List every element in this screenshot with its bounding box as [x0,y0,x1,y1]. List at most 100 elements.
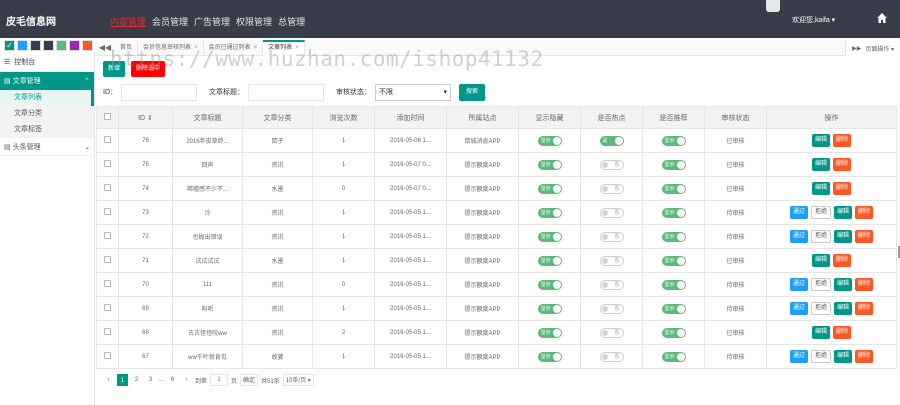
theme-swatch[interactable] [17,40,28,51]
close-icon[interactable]: × [254,45,258,51]
show-switch[interactable]: 显示 [537,351,562,362]
goto-page-input[interactable]: 1 [210,374,229,386]
recommend-switch[interactable]: 显示 [661,351,686,362]
row-select-cell[interactable] [96,152,119,177]
row-select-cell[interactable] [96,200,119,225]
checkbox[interactable] [104,352,111,359]
nav-content[interactable]: 内容管理 [110,15,146,28]
reject-button[interactable]: 拒绝 [810,302,831,315]
recommend-switch[interactable]: 显示 [661,303,686,314]
edit-button[interactable]: 编辑 [834,206,853,219]
show-switch[interactable]: 显示 [537,255,562,266]
hot-switch[interactable]: 是 [599,135,624,146]
approve-button[interactable]: 通过 [789,278,808,291]
show-switch[interactable]: 显示 [537,183,562,194]
sidebar-item-article-list[interactable]: 文章列表 [0,90,94,106]
row-select-cell[interactable] [96,344,119,369]
tab-member-approved[interactable]: 会员已通过列表 × [204,39,264,56]
show-switch[interactable]: 显示 [537,327,562,338]
recommend-switch[interactable]: 显示 [661,183,686,194]
page-button[interactable]: 3 [145,374,156,386]
recommend-switch[interactable]: 显示 [661,231,686,242]
checkbox[interactable] [104,232,111,239]
recommend-switch[interactable]: 显示 [661,279,686,290]
nav-permissions[interactable]: 权限管理 [236,15,272,28]
theme-swatch-selected[interactable]: ✓ [4,40,15,51]
edit-button[interactable]: 编辑 [834,302,853,315]
user-menu[interactable]: 欢迎您,kaifa ▾ [792,15,835,25]
theme-swatch[interactable] [30,40,41,51]
tabs-scroll-left-icon[interactable]: ◀◀ [95,43,115,52]
title-input[interactable] [248,83,324,101]
tab-article-list[interactable]: 文章列表 × [263,39,305,56]
batch-delete-button[interactable]: 删除选中 [131,61,166,77]
row-select-cell[interactable] [96,320,119,345]
checkbox[interactable] [104,256,111,263]
delete-button[interactable]: 删除 [855,206,874,219]
select-all-header[interactable] [96,106,119,129]
theme-swatch[interactable] [82,40,93,51]
recommend-switch[interactable]: 显示 [661,159,686,170]
hot-switch[interactable]: 否 [599,279,624,290]
sidebar-group-headlines[interactable]: ▤ 头条管理 ⌄ [0,138,94,156]
search-button[interactable]: 搜索 [459,83,486,101]
edit-button[interactable]: 编辑 [834,350,853,363]
show-switch[interactable]: 显示 [537,159,562,170]
delete-button[interactable]: 删除 [833,158,852,171]
approve-button[interactable]: 通过 [789,206,808,219]
hot-switch[interactable]: 否 [599,183,624,194]
row-select-cell[interactable] [96,272,119,297]
show-switch[interactable]: 显示 [537,231,562,242]
status-select[interactable]: 不限 ▾ [375,83,451,101]
hot-switch[interactable]: 否 [599,303,624,314]
approve-button[interactable]: 通过 [789,230,808,243]
close-icon[interactable]: × [295,45,299,51]
tabs-scroll-right-icon[interactable]: ▶▶ [852,45,861,52]
reject-button[interactable]: 拒绝 [810,278,831,291]
theme-swatch[interactable] [56,40,67,51]
edit-button[interactable]: 编辑 [811,254,830,267]
checkbox[interactable] [104,280,111,287]
edit-button[interactable]: 编辑 [811,134,830,147]
checkbox[interactable] [104,113,111,120]
nav-admin[interactable]: 总管理 [278,15,305,28]
hot-switch[interactable]: 否 [599,231,624,242]
row-select-cell[interactable] [96,248,119,273]
sidebar-group-articles[interactable]: ▤ 文章管理 ⌃ [0,72,94,90]
page-button[interactable]: 2 [131,374,142,386]
delete-button[interactable]: 删除 [833,326,852,339]
row-select-cell[interactable] [96,296,119,321]
per-page-select[interactable]: 10条/页 ▾ [282,374,314,386]
row-select-cell[interactable] [96,176,119,201]
recommend-switch[interactable]: 显示 [661,327,686,338]
approve-button[interactable]: 通过 [789,350,808,363]
edit-button[interactable]: 编辑 [811,326,830,339]
column-header-id[interactable]: ID ⇕ [118,106,173,129]
checkbox[interactable] [104,184,111,191]
edit-button[interactable]: 编辑 [834,230,853,243]
reject-button[interactable]: 拒绝 [810,230,831,243]
sidebar-item-console[interactable]: ☰ 控制台 [0,52,94,72]
home-icon[interactable] [876,12,888,24]
hot-switch[interactable]: 否 [599,255,624,266]
hot-switch[interactable]: 否 [599,351,624,362]
hot-switch[interactable]: 否 [599,327,624,338]
theme-swatch[interactable] [43,40,54,51]
page-button[interactable]: 1 [117,374,128,386]
next-page-button[interactable]: › [181,374,193,386]
reject-button[interactable]: 拒绝 [810,350,831,363]
edit-button[interactable]: 编辑 [834,278,853,291]
goto-confirm-button[interactable]: 确定 [240,374,259,386]
edit-button[interactable]: 编辑 [811,182,830,195]
show-switch[interactable]: 显示 [537,135,562,146]
delete-button[interactable]: 删除 [833,254,852,267]
checkbox[interactable] [104,304,111,311]
row-select-cell[interactable] [96,224,119,249]
tab-operations[interactable]: ▶▶ 页面操作 ▾ [845,40,900,56]
checkbox[interactable] [104,208,111,215]
nav-ads[interactable]: 广告管理 [194,15,230,28]
delete-button[interactable]: 删除 [855,350,874,363]
prev-page-button[interactable]: ‹ [103,374,114,386]
row-select-cell[interactable] [96,128,119,153]
delete-button[interactable]: 删除 [855,230,874,243]
